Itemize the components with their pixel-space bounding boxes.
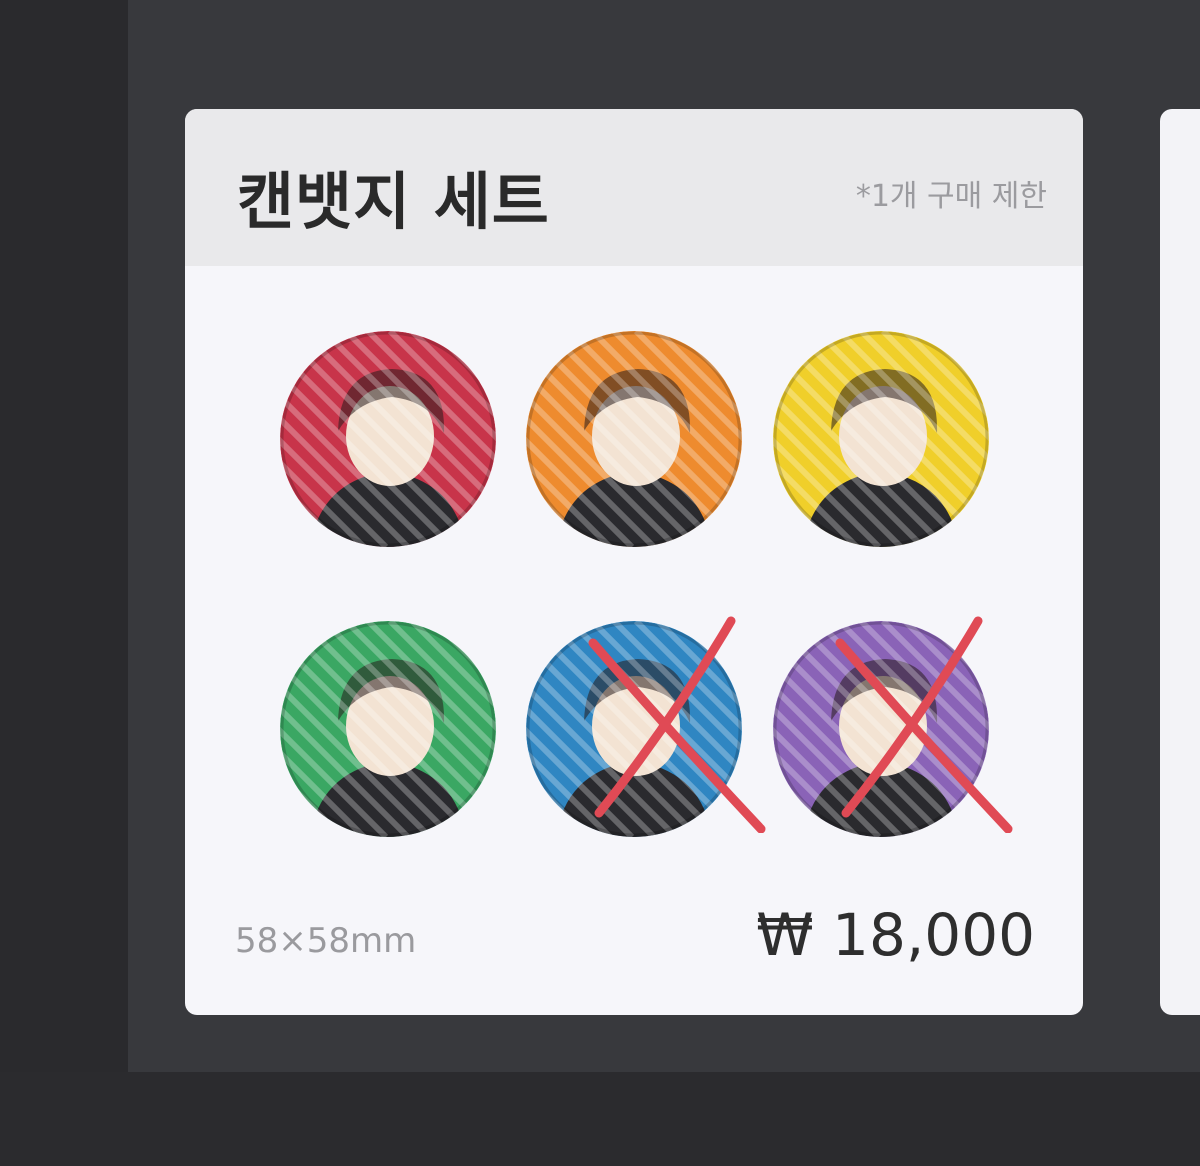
badge-green	[280, 621, 496, 837]
badge-orange	[526, 331, 742, 547]
badge-yellow-art	[773, 331, 989, 547]
product-card[interactable]: 캔뱃지 세트 *1개 구매 제한 58×58mm ₩ 18,000	[185, 109, 1083, 1015]
badge-red-art	[280, 331, 496, 547]
product-title: 캔뱃지 세트	[237, 165, 550, 238]
bottom-strip	[0, 1072, 1200, 1166]
sold-out-cross-mark	[588, 616, 766, 833]
purchase-limit-note: *1개 구매 제한	[855, 179, 1047, 214]
card-header: 캔뱃지 세트 *1개 구매 제한	[185, 109, 1083, 266]
size-label: 58×58mm	[235, 921, 417, 961]
badge-red	[280, 331, 496, 547]
badge-orange-art	[526, 331, 742, 547]
badge-yellow	[773, 331, 989, 547]
badge-green-art	[280, 621, 496, 837]
left-gutter	[0, 0, 128, 1166]
sold-out-cross-mark	[835, 616, 1013, 833]
price-label: ₩ 18,000	[756, 901, 1035, 969]
next-product-card-edge[interactable]	[1160, 109, 1200, 1015]
